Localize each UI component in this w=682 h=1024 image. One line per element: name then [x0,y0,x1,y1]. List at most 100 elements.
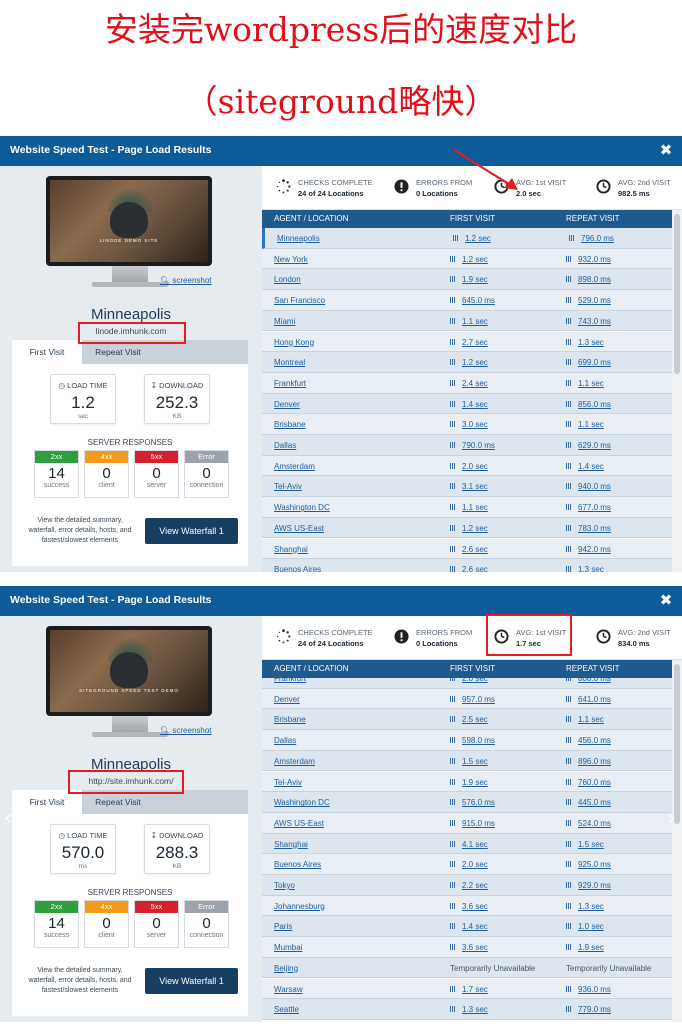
location-link[interactable]: AWS US-East [274,524,324,533]
table-row[interactable]: London 1.9 sec 898.0 ms [262,269,672,291]
table-row[interactable]: Warsaw 1.7 sec 936.0 ms [262,978,672,1000]
location-link[interactable]: Brisbane [274,715,306,724]
table-row[interactable]: Shanghai 2.6 sec 942.0 ms [262,538,672,560]
first-visit-link[interactable]: 3.6 sec [450,902,488,911]
location-link[interactable]: Tokyo [274,881,295,890]
first-visit-link[interactable]: 4.1 sec [450,840,488,849]
location-link[interactable]: AWS US-East [274,819,324,828]
view-waterfall-button[interactable]: View Waterfall 1 [145,968,238,994]
table-row[interactable]: Hong Kong 2.7 sec 1.3 sec [262,331,672,353]
repeat-visit-link[interactable]: 936.0 ms [566,985,611,994]
first-visit-link[interactable]: 1.7 sec [450,985,488,994]
location-link[interactable]: Seattle [274,1005,299,1014]
first-visit-link[interactable]: 1.9 sec [450,275,488,284]
repeat-visit-link[interactable]: 929.0 ms [566,881,611,890]
scrollbar-thumb[interactable] [674,214,680,374]
repeat-visit-link[interactable]: 1.0 sec [566,922,604,931]
repeat-visit-link[interactable]: 743.0 ms [566,317,611,326]
repeat-visit-link[interactable]: 524.0 ms [566,819,611,828]
table-row[interactable]: Montreal 1.2 sec 699.0 ms [262,352,672,373]
table-row[interactable]: Washington DC 576.0 ms 445.0 ms [262,792,672,813]
location-link[interactable]: Paris [274,922,292,931]
first-visit-link[interactable]: 576.0 ms [450,798,495,807]
location-link[interactable]: Shanghai [274,840,308,849]
repeat-visit-link[interactable]: 796.0 ms [569,234,614,243]
repeat-visit-link[interactable]: 925.0 ms [566,860,611,869]
table-row[interactable]: Tel-Aviv 3.1 sec 940.0 ms [262,476,672,498]
repeat-visit-link[interactable]: 1.5 sec [566,840,604,849]
column-location[interactable]: AGENT / LOCATION [274,210,348,228]
location-link[interactable]: Beijing [274,964,298,973]
view-waterfall-button[interactable]: View Waterfall 1 [145,518,238,544]
location-link[interactable]: Montreal [274,358,305,367]
first-visit-link[interactable]: 2.0 sec [450,860,488,869]
location-link[interactable]: Shanghai [274,545,308,554]
table-row[interactable]: Buenos Aires 2.0 sec 925.0 ms [262,854,672,875]
scrollbar-thumb[interactable] [674,664,680,824]
results-scrollbar[interactable] [672,660,682,1022]
table-row[interactable]: Frankfurt 2.0 sec 808.0 ms [262,678,672,689]
location-link[interactable]: Dallas [274,736,296,745]
location-link[interactable]: Denver [274,400,300,409]
location-link[interactable]: London [274,275,301,284]
location-link[interactable]: Minneapolis [277,234,320,243]
table-row[interactable]: Buenos Aires 2.6 sec 1.3 sec [262,559,672,572]
location-link[interactable]: Amsterdam [274,757,315,766]
location-link[interactable]: Miami [274,317,295,326]
repeat-visit-link[interactable]: 808.0 ms [566,678,611,683]
table-row[interactable]: San Francisco 645.0 ms 529.0 ms [262,290,672,311]
close-icon[interactable]: ✖ [656,140,676,160]
repeat-visit-link[interactable]: 529.0 ms [566,296,611,305]
repeat-visit-link[interactable]: 932.0 ms [566,255,611,264]
repeat-visit-link[interactable]: 779.0 ms [566,1005,611,1014]
location-link[interactable]: Johannesburg [274,902,325,911]
location-link[interactable]: Warsaw [274,985,303,994]
location-link[interactable]: Brisbane [274,420,306,429]
first-visit-link[interactable]: 3.6 sec [450,943,488,952]
repeat-visit-link[interactable]: 1.3 sec [566,338,604,347]
repeat-visit-link[interactable]: 1.9 sec [566,943,604,952]
results-scrollbar[interactable] [672,210,682,572]
first-visit-link[interactable]: 1.4 sec [450,922,488,931]
first-visit-link[interactable]: 1.2 sec [450,255,488,264]
carousel-prev-icon[interactable]: ‹ [4,806,13,831]
location-link[interactable]: Tel-Aviv [274,778,302,787]
tab-first-visit[interactable]: First Visit [12,340,82,364]
close-icon[interactable]: ✖ [656,590,676,610]
first-visit-link[interactable]: 3.0 sec [450,420,488,429]
repeat-visit-link[interactable]: 942.0 ms [566,545,611,554]
repeat-visit-link[interactable]: 699.0 ms [566,358,611,367]
location-link[interactable]: Dallas [274,441,296,450]
repeat-visit-link[interactable]: 783.0 ms [566,524,611,533]
location-link[interactable]: New York [274,255,308,264]
table-row[interactable]: AWS US-East 1.2 sec 783.0 ms [262,517,672,539]
repeat-visit-link[interactable]: 856.0 ms [566,400,611,409]
first-visit-link[interactable]: 2.6 sec [450,545,488,554]
first-visit-link[interactable]: 2.0 sec [450,462,488,471]
first-visit-link[interactable]: 1.2 sec [450,358,488,367]
first-visit-link[interactable]: 598.0 ms [450,736,495,745]
table-row[interactable]: Denver 1.4 sec 856.0 ms [262,393,672,415]
repeat-visit-link[interactable]: 898.0 ms [566,275,611,284]
repeat-visit-link[interactable]: 445.0 ms [566,798,611,807]
table-row[interactable]: Shanghai 4.1 sec 1.5 sec [262,833,672,855]
first-visit-link[interactable]: 1.2 sec [450,524,488,533]
first-visit-link[interactable]: 1.9 sec [450,778,488,787]
repeat-visit-link[interactable]: 1.3 sec [566,902,604,911]
location-link[interactable]: Amsterdam [274,462,315,471]
column-repeat-visit[interactable]: REPEAT VISIT [566,210,620,228]
repeat-visit-link[interactable]: 760.0 ms [566,778,611,787]
repeat-visit-link[interactable]: 940.0 ms [566,482,611,491]
repeat-visit-link[interactable]: 896.0 ms [566,757,611,766]
location-link[interactable]: Hong Kong [274,338,314,347]
location-link[interactable]: Tel-Aviv [274,482,302,491]
table-row[interactable]: Brisbane 3.0 sec 1.1 sec [262,414,672,435]
table-row[interactable]: Beijing Temporarily Unavailable Temporaril… [262,957,672,979]
first-visit-link[interactable]: 915.0 ms [450,819,495,828]
location-link[interactable]: Buenos Aires [274,860,321,869]
table-row[interactable]: Paris 1.4 sec 1.0 sec [262,916,672,938]
first-visit-link[interactable]: 1.1 sec [450,317,488,326]
table-row[interactable]: Denver 957.0 ms 641.0 ms [262,688,672,710]
table-row[interactable]: Dallas 598.0 ms 456.0 ms [262,730,672,751]
repeat-visit-link[interactable]: 456.0 ms [566,736,611,745]
